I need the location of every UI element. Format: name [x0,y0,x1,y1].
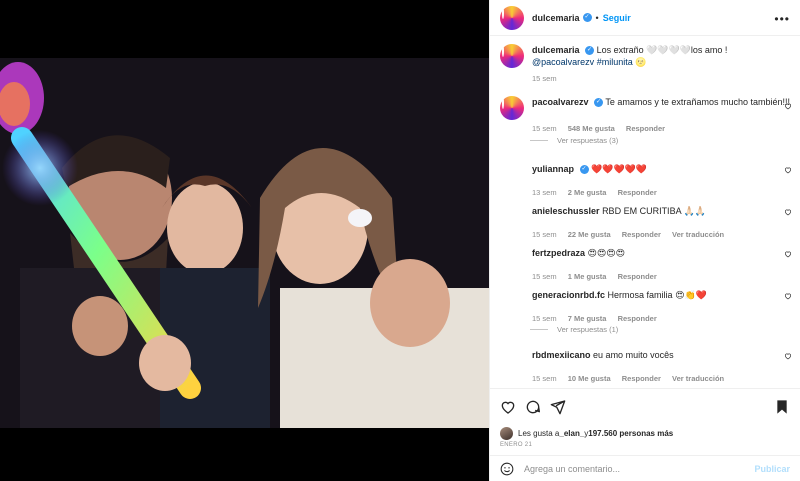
reply-button[interactable]: Responder [622,374,661,383]
verified-icon: ✓ [579,165,589,175]
comment-icon[interactable] [525,399,541,415]
bookmark-icon[interactable] [774,399,790,415]
comment-text: eu amo muito vocês [593,350,674,360]
comment-likes[interactable]: 22 Me gusta [568,230,611,239]
comment-time[interactable]: 15 sem [532,124,557,133]
share-icon[interactable] [550,399,566,415]
comment-emoji: 😍👏❤️ [675,290,707,300]
verified-icon: ✓ [594,98,604,108]
post-photo[interactable] [0,58,489,428]
comment-likes[interactable]: 7 Me gusta [568,314,607,323]
verified-icon: ✓ [582,13,592,22]
action-icons [500,399,790,415]
caption-mention[interactable]: @pacoalvarezv [532,57,594,67]
translate-button[interactable]: Ver traducción [672,374,724,383]
heart-icon[interactable] [500,399,516,415]
comment-item: anieleschussler RBD EM CURITIBA 🙏🏻🙏🏻 15 … [500,202,792,239]
comments-list[interactable]: dulcemaria ✓ Los extraño 🤍🤍🤍🤍los amo ! @… [490,36,800,388]
heart-icon[interactable] [784,292,792,300]
comment-username[interactable]: generacionrbd.fc [532,290,605,300]
author-avatar[interactable] [500,5,524,30]
translate-button[interactable]: Ver traducción [672,230,724,239]
post-date[interactable]: ENERO 21 [500,442,532,448]
comment-likes[interactable]: 1 Me gusta [568,272,607,281]
caption: dulcemaria ✓ Los extraño 🤍🤍🤍🤍los amo ! @… [500,44,792,83]
comment-item: pacoalvarezv ✓ Te amamos y te extrañamos… [500,96,792,133]
reply-button[interactable]: Responder [618,188,657,197]
view-replies-label: Ver respuestas (3) [557,136,619,145]
comment-text: 😍😍😍😍 [587,248,626,258]
reply-button[interactable]: Responder [626,124,665,133]
comment-username[interactable]: yuliannap [532,164,574,174]
publish-button[interactable]: Publicar [754,464,790,474]
separator-dot: • [595,12,599,23]
liker-avatar[interactable] [500,427,513,440]
reply-button[interactable]: Responder [618,272,657,281]
likes-prefix: Les gusta a [518,429,560,438]
comment-text: Hermosa familia [607,290,673,300]
comment-username[interactable]: pacoalvarezv [532,97,589,107]
caption-username[interactable]: dulcemaria [532,45,580,55]
likes-user[interactable]: _elan_ [559,429,584,438]
comment-time[interactable]: 15 sem [532,272,557,281]
likes-summary[interactable]: Les gusta a _elan_ y 197.560 personas má… [500,427,673,440]
comment-avatar[interactable] [500,244,524,268]
heart-icon[interactable] [784,166,792,174]
view-replies-label: Ver respuestas (1) [557,325,619,334]
comment-avatar[interactable] [500,346,524,370]
comment-avatar[interactable] [500,96,524,120]
comment-text: ❤️❤️❤️❤️❤️ [591,164,648,174]
heart-icon[interactable] [784,102,792,110]
verified-icon: ✓ [585,46,595,56]
instagram-post-view: dulcemaria ✓ • Seguir ••• dulcemaria ✓ L… [0,0,800,481]
comment-item: fertzpedraza 😍😍😍😍 15 sem 1 Me gusta Resp… [500,244,792,281]
author-username[interactable]: dulcemaria [532,13,580,23]
caption-hashtag[interactable]: #milunita [597,57,633,67]
view-replies-button[interactable]: Ver respuestas (1) [530,325,618,334]
likes-count[interactable]: 197.560 personas más [588,429,673,438]
comment-time[interactable]: 13 sem [532,188,557,197]
comment-likes[interactable]: 10 Me gusta [568,374,611,383]
comment-text: Te amamos y te extrañamos mucho también!… [605,97,790,107]
comment-time[interactable]: 15 sem [532,230,557,239]
caption-time[interactable]: 15 sem [532,74,557,83]
comment-time[interactable]: 15 sem [532,314,557,323]
caption-avatar[interactable] [500,44,524,68]
caption-hashtag-emoji: 🌝 [635,57,647,67]
comment-item: rbdmexiicano eu amo muito vocês 15 sem 1… [500,346,792,383]
heart-icon[interactable] [784,250,792,258]
comment-input[interactable] [524,463,755,474]
follow-button[interactable]: Seguir [603,13,631,23]
heart-icon[interactable] [784,208,792,216]
comment-avatar[interactable] [500,202,524,226]
comment-time[interactable]: 15 sem [532,374,557,383]
caption-text-2: los amo ! [690,45,728,55]
comment-username[interactable]: fertzpedraza [532,248,585,258]
reply-button[interactable]: Responder [622,230,661,239]
comment-likes[interactable]: 2 Me gusta [568,188,607,197]
comment-likes[interactable]: 548 Me gusta [568,124,615,133]
caption-text: Los extraño [596,45,647,55]
post-actions: Les gusta a _elan_ y 197.560 personas má… [490,388,800,480]
comment-composer: Publicar [490,455,800,481]
reply-button[interactable]: Responder [618,314,657,323]
comment-item: generacionrbd.fc Hermosa familia 😍👏❤️ 15… [500,286,792,323]
comment-avatar[interactable] [500,160,524,184]
post-panel: dulcemaria ✓ • Seguir ••• dulcemaria ✓ L… [489,0,800,481]
caption-emoji: 🤍🤍🤍🤍 [646,45,691,55]
comment-text: RBD EM CURITIBA 🙏🏻🙏🏻 [602,206,706,216]
comment-username[interactable]: anieleschussler [532,206,600,216]
more-icon[interactable]: ••• [774,12,790,26]
view-replies-button[interactable]: Ver respuestas (3) [530,136,618,145]
comment-item: yuliannap ✓ ❤️❤️❤️❤️❤️ 13 sem 2 Me gusta… [500,160,792,197]
comment-avatar[interactable] [500,286,524,310]
post-media [0,0,489,481]
photo-illustration [0,58,489,428]
emoji-icon[interactable] [500,462,514,476]
post-header: dulcemaria ✓ • Seguir ••• [490,0,800,36]
heart-icon[interactable] [784,352,792,360]
comment-username[interactable]: rbdmexiicano [532,350,591,360]
